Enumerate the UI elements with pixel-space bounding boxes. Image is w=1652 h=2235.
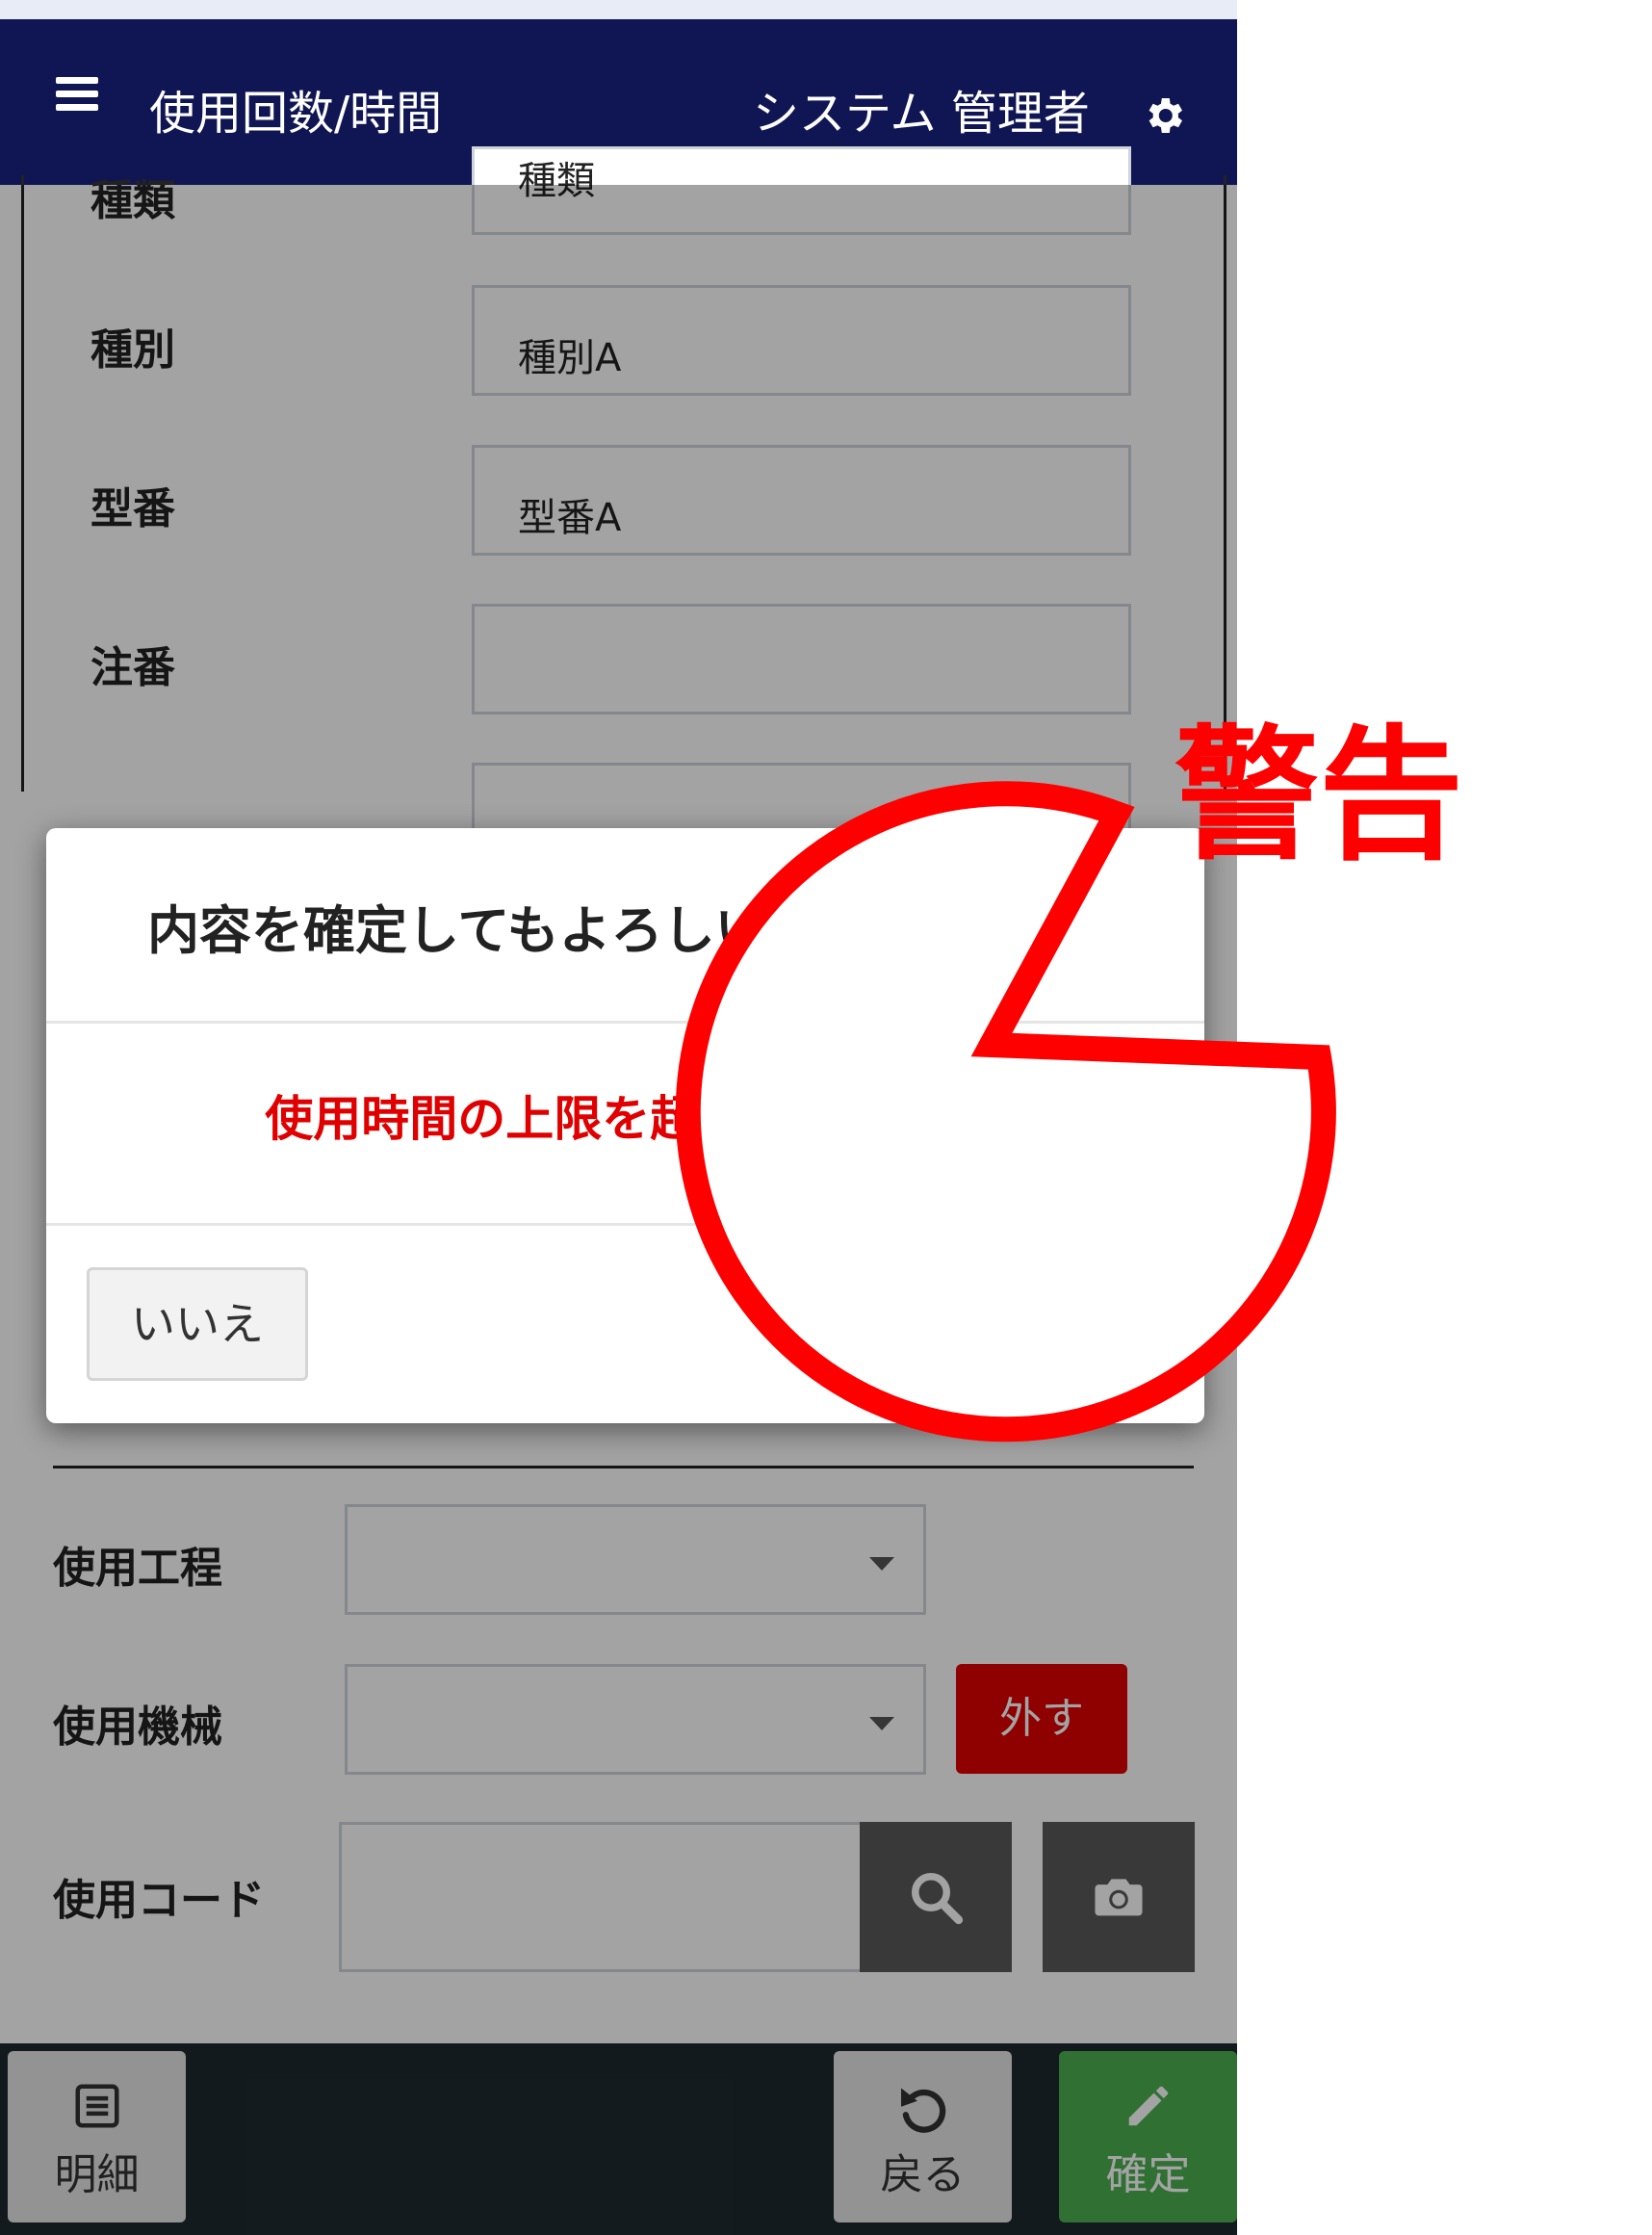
yes-button[interactable]: はい [986, 1267, 1165, 1381]
gear-icon[interactable] [1141, 92, 1187, 139]
confirm-dialog: 内容を確定してもよろしいですか 使用時間の上限を超過しています いいえ はい [46, 828, 1204, 1423]
top-strip [0, 0, 1237, 19]
page-title: 使用回数/時間 [149, 87, 443, 141]
screenshot-stage: 使用回数/時間 システム 管理者 種類 種類 種別 種別A 型番 型番A 注番 [0, 0, 1652, 2235]
menu-icon[interactable] [56, 77, 98, 112]
user-name: システム 管理者 [753, 87, 1090, 141]
no-button[interactable]: いいえ [87, 1267, 308, 1381]
dialog-warning-message: 使用時間の上限を超過しています [265, 1091, 986, 1147]
dialog-separator-top [46, 1021, 1204, 1024]
dialog-separator-bottom [46, 1223, 1204, 1226]
phone-screen: 使用回数/時間 システム 管理者 種類 種類 種別 種別A 型番 型番A 注番 [0, 0, 1237, 2235]
callout-text: 警告 [1174, 713, 1464, 880]
dialog-title: 内容を確定してもよろしいですか [147, 900, 922, 961]
